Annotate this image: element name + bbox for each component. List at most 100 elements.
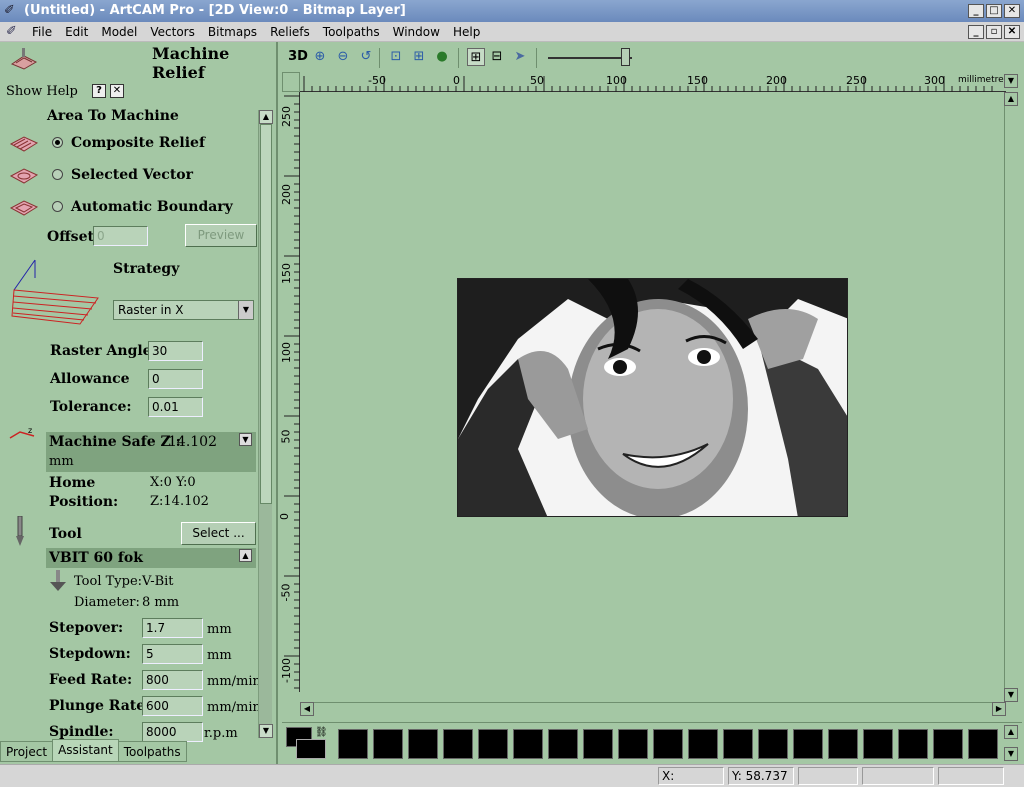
- scroll-down-arrow-icon[interactable]: ▼: [1004, 688, 1018, 702]
- composite-relief-radio[interactable]: [52, 137, 63, 148]
- stepover-input[interactable]: 1.7: [142, 618, 203, 638]
- palette-up-arrow-icon[interactable]: ▲: [1004, 725, 1018, 739]
- zoom-out-icon[interactable]: ⊖: [334, 48, 352, 66]
- send-to-icon[interactable]: ➤: [511, 48, 529, 66]
- palette-color-swatch[interactable]: [723, 729, 753, 759]
- palette-color-swatch[interactable]: [583, 729, 613, 759]
- palette-color-swatch[interactable]: [968, 729, 998, 759]
- palette-color-swatch[interactable]: [898, 729, 928, 759]
- palette-color-swatch[interactable]: [618, 729, 648, 759]
- menu-reliefs[interactable]: Reliefs: [270, 25, 310, 39]
- menu-toolpaths[interactable]: Toolpaths: [323, 25, 380, 39]
- automatic-boundary-radio[interactable]: [52, 201, 63, 212]
- menu-file[interactable]: File: [32, 25, 52, 39]
- scroll-right-arrow-icon[interactable]: ▶: [992, 702, 1006, 716]
- menu-edit[interactable]: Edit: [65, 25, 88, 39]
- spindle-input[interactable]: 8000: [142, 722, 203, 742]
- palette-color-swatch[interactable]: [548, 729, 578, 759]
- ruler-y-tick: 100: [280, 342, 293, 363]
- select-tool-button[interactable]: Select ...: [181, 522, 256, 545]
- close-panel-button[interactable]: ✕: [110, 84, 124, 98]
- doc-restore-button[interactable]: ▫: [986, 25, 1002, 39]
- palette-color-swatch[interactable]: [478, 729, 508, 759]
- palette-color-swatch[interactable]: [513, 729, 543, 759]
- preview-button[interactable]: Preview: [185, 224, 257, 247]
- stepover-unit: mm: [207, 622, 232, 637]
- ruler-corner[interactable]: [282, 72, 300, 92]
- palette-color-swatch[interactable]: [408, 729, 438, 759]
- link-colors-icon[interactable]: ⛓: [315, 727, 328, 738]
- spindle-label: Spindle:: [49, 724, 114, 740]
- view-toolbar: 3D ⊕ ⊖ ↺ ⊡ ⊞ ● ⊞ ⊟ ➤: [282, 44, 1022, 72]
- palette-color-swatch[interactable]: [443, 729, 473, 759]
- raster-angle-input[interactable]: 30: [148, 341, 203, 361]
- scroll-left-arrow-icon[interactable]: ◀: [300, 702, 314, 716]
- zoom-previous-icon[interactable]: ↺: [357, 48, 375, 66]
- ruler-v-ticks: [284, 95, 300, 689]
- zoom-fit-icon[interactable]: ⊞: [410, 48, 428, 66]
- tab-project[interactable]: Project: [0, 741, 54, 762]
- palette-color-swatch[interactable]: [933, 729, 963, 759]
- menu-window[interactable]: Window: [393, 25, 440, 39]
- close-button[interactable]: ✕: [1004, 4, 1020, 18]
- scroll-down-arrow-icon[interactable]: ▼: [259, 724, 273, 738]
- diameter-value: 8 mm: [142, 595, 180, 610]
- help-question-button[interactable]: ?: [92, 84, 106, 98]
- doc-minimize-button[interactable]: _: [968, 25, 984, 39]
- menu-model[interactable]: Model: [101, 25, 137, 39]
- zoom-slider-thumb[interactable]: [621, 48, 630, 66]
- allowance-input[interactable]: 0: [148, 369, 203, 389]
- ruler-horizontal: -50 0 50 100 150 200 250 300 millimetres: [300, 72, 1008, 92]
- palette-color-swatch[interactable]: [653, 729, 683, 759]
- bitmap-portrait-image[interactable]: [457, 278, 848, 517]
- window-title: (Untitled) - ArtCAM Pro - [2D View:0 - B…: [24, 3, 406, 18]
- show-help-link[interactable]: Show Help: [6, 84, 78, 99]
- zoom-slider-track[interactable]: [548, 57, 632, 59]
- palette-color-swatch[interactable]: [688, 729, 718, 759]
- zoom-in-icon[interactable]: ⊕: [311, 48, 329, 66]
- secondary-color-swatch[interactable]: [296, 739, 326, 759]
- tab-toolpaths[interactable]: Toolpaths: [117, 741, 187, 762]
- tolerance-input[interactable]: 0.01: [148, 397, 203, 417]
- ruler-x-tick: 100: [606, 74, 627, 87]
- selected-vector-radio[interactable]: [52, 169, 63, 180]
- palette-color-swatch[interactable]: [338, 729, 368, 759]
- status-y-coordinate: Y: 58.737: [728, 767, 794, 785]
- doc-close-button[interactable]: ✕: [1004, 25, 1020, 39]
- offset-input[interactable]: 0: [93, 226, 148, 246]
- palette-down-arrow-icon[interactable]: ▼: [1004, 747, 1018, 761]
- collapse-tool-button[interactable]: ▲: [239, 549, 252, 562]
- menu-bitmaps[interactable]: Bitmaps: [208, 25, 257, 39]
- scroll-up-arrow-icon[interactable]: ▲: [259, 110, 273, 124]
- palette-color-swatch[interactable]: [373, 729, 403, 759]
- palette-color-swatch[interactable]: [758, 729, 788, 759]
- chevron-down-icon[interactable]: ▼: [238, 301, 253, 319]
- view-horizontal-scrollbar[interactable]: ◀ ▶: [300, 702, 1006, 716]
- strategy-select[interactable]: Raster in X ▼: [113, 300, 254, 320]
- palette-color-swatch[interactable]: [793, 729, 823, 759]
- 3d-view-button[interactable]: 3D: [286, 48, 310, 66]
- scroll-up-arrow-icon[interactable]: ▲: [1004, 92, 1018, 106]
- panel-tabs: Project Assistant Toolpaths: [0, 739, 278, 764]
- palette-color-swatch[interactable]: [828, 729, 858, 759]
- ruler-unit-dropdown-icon[interactable]: ▼: [1004, 74, 1018, 88]
- feed-rate-input[interactable]: 800: [142, 670, 203, 690]
- panel-scrollbar[interactable]: ▲ ▼: [258, 110, 273, 738]
- palette-color-swatch[interactable]: [863, 729, 893, 759]
- svg-text:z: z: [28, 426, 32, 435]
- stepdown-input[interactable]: 5: [142, 644, 203, 664]
- layer-icon[interactable]: ⊟: [488, 48, 506, 66]
- collapse-safe-z-button[interactable]: ▼: [239, 433, 252, 446]
- menu-help[interactable]: Help: [453, 25, 480, 39]
- panel-scroll-thumb[interactable]: [260, 124, 272, 504]
- menu-vectors[interactable]: Vectors: [150, 25, 195, 39]
- zoom-selection-icon[interactable]: ⊡: [387, 48, 405, 66]
- document-icon[interactable]: ✐: [6, 24, 22, 39]
- view-options-icon[interactable]: ●: [433, 48, 451, 66]
- minimize-button[interactable]: _: [968, 4, 984, 18]
- maximize-button[interactable]: □: [986, 4, 1002, 18]
- view-vertical-scrollbar[interactable]: ▲ ▼: [1004, 92, 1018, 702]
- snap-toggle-icon[interactable]: ⊞: [467, 48, 485, 66]
- tab-assistant[interactable]: Assistant: [52, 739, 119, 762]
- plunge-rate-input[interactable]: 600: [142, 696, 203, 716]
